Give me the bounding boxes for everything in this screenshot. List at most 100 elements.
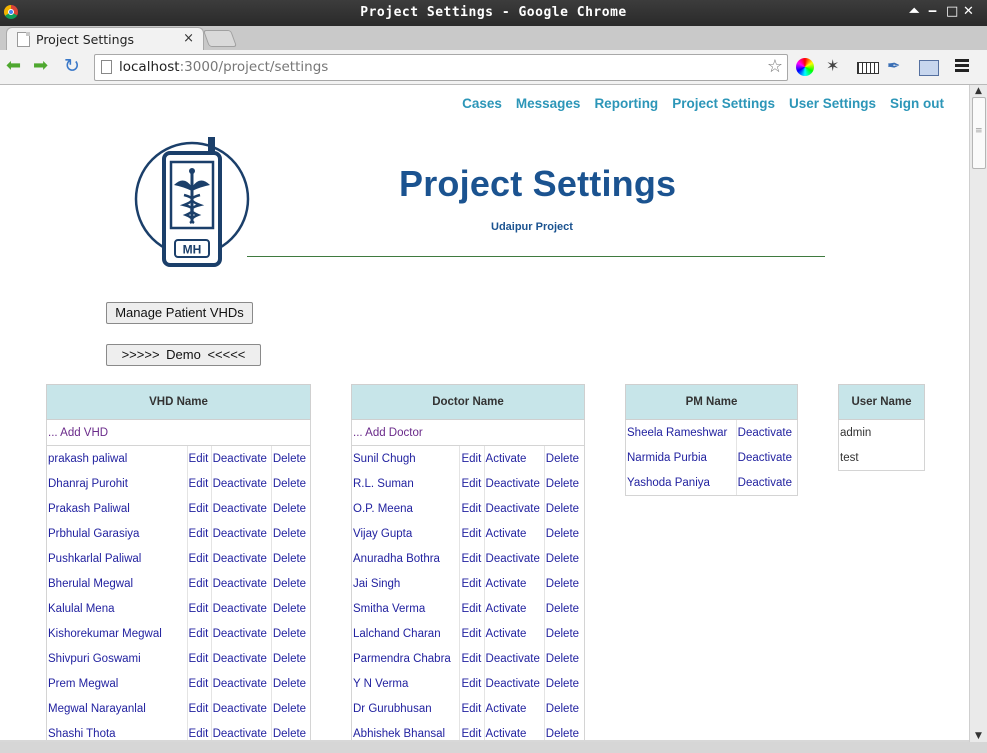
edit-link[interactable]: Edit <box>186 521 212 546</box>
edit-link[interactable]: Edit <box>459 646 485 671</box>
delete-link[interactable]: Delete <box>270 671 312 696</box>
pm-name-link[interactable]: Sheela Rameshwar <box>625 419 737 445</box>
doctor-name-link[interactable]: Abhishek Bhansal <box>350 721 460 740</box>
delete-link[interactable]: Delete <box>270 721 312 740</box>
scroll-up-arrow-icon[interactable]: ▲ <box>975 86 982 96</box>
nav-sign-out[interactable]: Sign out <box>890 96 944 111</box>
vertical-scrollbar[interactable]: ▲ ▼ <box>969 85 987 742</box>
bookmark-star-icon[interactable]: ☆ <box>767 56 783 77</box>
deactivate-link[interactable]: Deactivate <box>210 445 272 471</box>
edit-link[interactable]: Edit <box>186 471 212 496</box>
window-close-icon[interactable]: ✕ <box>963 4 974 19</box>
activate-link[interactable]: Activate <box>483 696 545 721</box>
delete-link[interactable]: Delete <box>270 696 312 721</box>
back-arrow-icon[interactable]: ⬅ <box>6 57 21 75</box>
edit-link[interactable]: Edit <box>186 696 212 721</box>
delete-link[interactable]: Delete <box>270 571 312 596</box>
delete-link[interactable]: Delete <box>270 621 312 646</box>
edit-link[interactable]: Edit <box>186 571 212 596</box>
delete-link[interactable]: Delete <box>543 496 586 521</box>
edit-link[interactable]: Edit <box>459 596 485 621</box>
vhd-name-link[interactable]: Shashi Thota <box>46 721 188 740</box>
vhd-name-link[interactable]: Megwal Narayanlal <box>46 696 188 721</box>
vhd-name-link[interactable]: Pushkarlal Paliwal <box>46 546 188 571</box>
doctor-name-link[interactable]: R.L. Suman <box>350 471 460 496</box>
color-picker-extension-icon[interactable] <box>796 58 814 76</box>
doctor-name-link[interactable]: Anuradha Bothra <box>350 546 460 571</box>
edit-link[interactable]: Edit <box>186 721 212 740</box>
doctor-name-link[interactable]: Vijay Gupta <box>350 521 460 546</box>
deactivate-link[interactable]: Deactivate <box>210 521 272 546</box>
edit-link[interactable]: Edit <box>186 646 212 671</box>
doctor-name-link[interactable]: Jai Singh <box>350 571 460 596</box>
window-maximize-icon[interactable]: □ <box>946 4 958 19</box>
delete-link[interactable]: Delete <box>270 646 312 671</box>
activate-link[interactable]: Activate <box>483 596 545 621</box>
nav-reporting[interactable]: Reporting <box>594 96 658 111</box>
delete-link[interactable]: Delete <box>270 445 312 471</box>
delete-link[interactable]: Delete <box>270 596 312 621</box>
edit-link[interactable]: Edit <box>459 546 485 571</box>
forward-arrow-icon[interactable]: ➡ <box>33 57 48 75</box>
nav-cases[interactable]: Cases <box>462 96 502 111</box>
delete-link[interactable]: Delete <box>543 696 586 721</box>
edit-link[interactable]: Edit <box>459 571 485 596</box>
doctor-name-link[interactable]: O.P. Meena <box>350 496 460 521</box>
delete-link[interactable]: Delete <box>543 596 586 621</box>
vhd-name-link[interactable]: Prbhulal Garasiya <box>46 521 188 546</box>
activate-link[interactable]: Activate <box>483 721 545 740</box>
reload-icon[interactable]: ↻ <box>64 57 80 76</box>
delete-link[interactable]: Delete <box>543 521 586 546</box>
delete-link[interactable]: Delete <box>543 571 586 596</box>
deactivate-link[interactable]: Deactivate <box>735 445 799 470</box>
edit-link[interactable]: Edit <box>186 496 212 521</box>
deactivate-link[interactable]: Deactivate <box>210 596 272 621</box>
deactivate-link[interactable]: Deactivate <box>210 571 272 596</box>
edit-link[interactable]: Edit <box>186 671 212 696</box>
vhd-name-link[interactable]: Bherulal Megwal <box>46 571 188 596</box>
doctor-name-link[interactable]: Sunil Chugh <box>350 445 460 471</box>
deactivate-link[interactable]: Deactivate <box>483 471 545 496</box>
eyedropper-extension-icon[interactable]: ✒ <box>887 56 905 75</box>
edit-link[interactable]: Edit <box>186 621 212 646</box>
delete-link[interactable]: Delete <box>270 471 312 496</box>
doctor-name-link[interactable]: Dr Gurubhusan <box>350 696 460 721</box>
deactivate-link[interactable]: Deactivate <box>210 646 272 671</box>
add-doctor-link[interactable]: ... Add Doctor <box>351 419 585 446</box>
activate-link[interactable]: Activate <box>483 621 545 646</box>
doctor-name-link[interactable]: Y N Verma <box>350 671 460 696</box>
edit-link[interactable]: Edit <box>459 696 485 721</box>
delete-link[interactable]: Delete <box>543 671 586 696</box>
delete-link[interactable]: Delete <box>543 646 586 671</box>
edit-link[interactable]: Edit <box>186 445 212 471</box>
window-resizer-extension-icon[interactable] <box>919 60 939 76</box>
add-vhd-link[interactable]: ... Add VHD <box>46 419 311 446</box>
deactivate-link[interactable]: Deactivate <box>210 621 272 646</box>
delete-link[interactable]: Delete <box>543 445 586 471</box>
delete-link[interactable]: Delete <box>270 546 312 571</box>
activate-link[interactable]: Activate <box>483 521 545 546</box>
delete-link[interactable]: Delete <box>543 471 586 496</box>
edit-link[interactable]: Edit <box>186 596 212 621</box>
edit-link[interactable]: Edit <box>186 546 212 571</box>
edit-link[interactable]: Edit <box>459 471 485 496</box>
vhd-name-link[interactable]: Prakash Paliwal <box>46 496 188 521</box>
edit-link[interactable]: Edit <box>459 721 485 740</box>
deactivate-link[interactable]: Deactivate <box>735 419 799 445</box>
ruler-extension-icon[interactable] <box>857 62 879 74</box>
scroll-down-arrow-icon[interactable]: ▼ <box>975 731 982 741</box>
edit-link[interactable]: Edit <box>459 671 485 696</box>
nav-messages[interactable]: Messages <box>516 96 581 111</box>
edit-link[interactable]: Edit <box>459 621 485 646</box>
deactivate-link[interactable]: Deactivate <box>483 496 545 521</box>
delete-link[interactable]: Delete <box>270 521 312 546</box>
manage-patient-vhds-button[interactable]: Manage Patient VHDs <box>106 302 253 324</box>
edit-link[interactable]: Edit <box>459 521 485 546</box>
activate-link[interactable]: Activate <box>483 445 545 471</box>
activate-link[interactable]: Activate <box>483 571 545 596</box>
nav-project-settings[interactable]: Project Settings <box>672 96 775 111</box>
deactivate-link[interactable]: Deactivate <box>483 671 545 696</box>
nav-user-settings[interactable]: User Settings <box>789 96 876 111</box>
vhd-name-link[interactable]: prakash paliwal <box>46 445 188 471</box>
doctor-name-link[interactable]: Lalchand Charan <box>350 621 460 646</box>
